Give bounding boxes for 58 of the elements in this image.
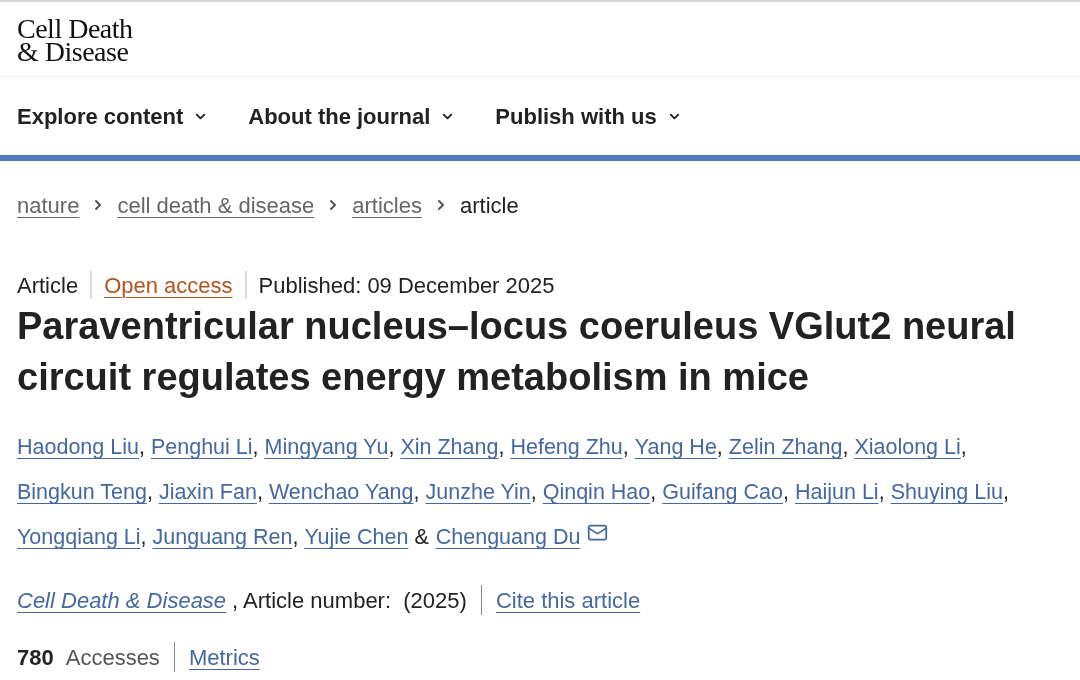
breadcrumb-link[interactable]: cell death & disease — [117, 188, 315, 222]
breadcrumb-link[interactable]: article — [460, 188, 519, 222]
author-separator: & — [414, 524, 429, 551]
journal-link[interactable]: Cell Death & Disease — [17, 583, 227, 617]
author-separator: , — [783, 479, 789, 506]
journal-logo[interactable]: Cell Death & Disease — [17, 17, 133, 63]
author-separator: , — [140, 524, 147, 551]
nav-menu-button[interactable]: Explore content — [17, 99, 209, 133]
nav-menu-button[interactable]: About the journal — [248, 99, 456, 133]
author-link[interactable]: Mingyang Yu — [264, 425, 389, 470]
accesses-label: Accesses — [65, 643, 160, 672]
article-type-text: Article — [17, 271, 79, 300]
author-separator: , — [146, 479, 153, 506]
breadcrumb-link[interactable]: nature — [17, 188, 80, 222]
author-separator: , — [413, 479, 420, 506]
published-date-text: Published: 09 December 2025 — [258, 271, 555, 300]
author-link[interactable]: Yujie Chen — [304, 515, 409, 560]
metrics-link[interactable]: Metrics — [188, 640, 260, 674]
author-separator: , — [960, 434, 967, 461]
article-number-text: , Article number: (2025) — [232, 586, 467, 615]
open-access-link[interactable]: Open access — [104, 268, 233, 302]
author-link[interactable]: Yongqiang Li — [17, 515, 141, 560]
author-separator: , — [1003, 479, 1009, 506]
author-link[interactable]: Haijun Li — [794, 470, 879, 515]
author-link[interactable]: Haodong Liu — [17, 425, 139, 470]
author-separator: , — [256, 479, 263, 506]
author-link[interactable]: Guifang Cao — [662, 470, 783, 515]
author-link[interactable]: Jiaxin Fan — [158, 470, 257, 515]
author-separator: , — [650, 479, 657, 506]
author-link[interactable]: Zelin Zhang — [728, 425, 843, 470]
author-link[interactable]: Xiaolong Li — [854, 425, 961, 470]
breadcrumb-link[interactable]: articles — [352, 188, 422, 222]
author-link[interactable]: Bingkun Teng — [17, 470, 147, 515]
author-separator: , — [292, 524, 299, 551]
mail-icon[interactable] — [586, 522, 610, 543]
author-link[interactable]: Yang He — [634, 425, 717, 470]
author-separator: , — [716, 434, 723, 461]
author-link[interactable]: Qinqin Hao — [542, 470, 651, 515]
author-link[interactable]: Hefeng Zhu — [510, 425, 623, 470]
author-separator: , — [498, 434, 505, 461]
author-separator: , — [530, 479, 537, 506]
author-link[interactable]: Shuying Liu — [890, 470, 1003, 515]
author-separator: , — [622, 434, 629, 461]
author-link[interactable]: Xin Zhang — [400, 425, 499, 470]
author-separator: , — [842, 434, 849, 461]
author-separator: , — [138, 434, 145, 461]
author-link[interactable]: Junguang Ren — [152, 515, 293, 560]
author-link[interactable]: Junzhe Yin — [425, 470, 531, 515]
author-separator: , — [388, 434, 395, 461]
author-link[interactable]: Penghui Li — [150, 425, 253, 470]
accesses-count: 780 — [17, 643, 54, 672]
nav-menu-button[interactable]: Publish with us — [495, 99, 682, 133]
author-link[interactable]: Wenchao Yang — [268, 470, 414, 515]
article-title: Paraventricular nucleus–locus coeruleus VGlut2 neural circuit regulates energy metabolism in mice — [16, 304, 1017, 400]
author-link[interactable]: Chenguang Du — [435, 515, 581, 560]
cite-article-link[interactable]: Cite this article — [495, 583, 641, 617]
author-separator: , — [252, 434, 259, 461]
author-separator: , — [878, 479, 885, 506]
